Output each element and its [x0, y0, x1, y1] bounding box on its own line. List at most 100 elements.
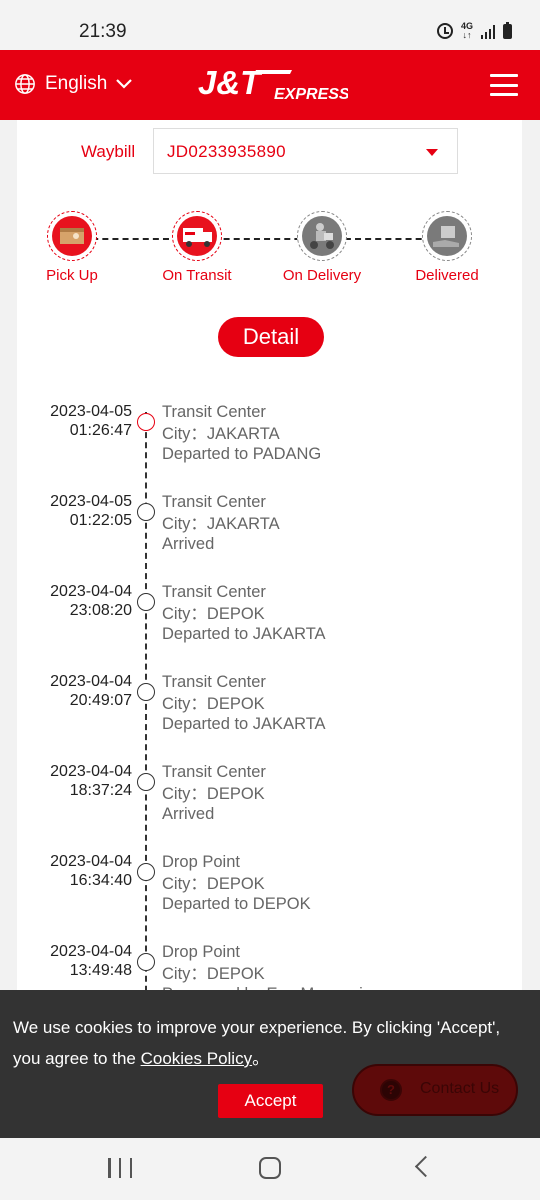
- entry-details: Transit Center City：DEPOK Departed to JA…: [162, 581, 326, 645]
- caret-down-icon: [426, 149, 438, 156]
- step-pick-up: Pick Up: [17, 211, 127, 284]
- entry-type: Transit Center: [162, 673, 266, 691]
- entry-time: 16:34:40: [69, 872, 132, 889]
- courier-motorbike-icon: [297, 211, 347, 261]
- status-bar: 21:39 4G ↓↑: [0, 0, 540, 50]
- entry-datetime: 2023-04-04 23:08:20: [50, 582, 132, 620]
- signal-icon: [481, 24, 495, 39]
- entry-city: City：JAKARTA: [162, 425, 280, 443]
- timeline-entry: 2023-04-05 01:26:47 Transit Center City：…: [17, 395, 522, 485]
- entry-city: City：JAKARTA: [162, 515, 280, 533]
- question-icon: ?: [380, 1079, 402, 1101]
- waybill-number: JD0233935890: [167, 142, 286, 161]
- globe-icon: [15, 74, 35, 94]
- contact-us-label: Contact Us: [420, 1080, 500, 1097]
- timeline-dot: [137, 773, 155, 791]
- top-header: English J&T EXPRESS: [0, 50, 540, 120]
- timeline-dot: [137, 953, 155, 971]
- entry-date: 2023-04-05: [50, 493, 132, 510]
- step-delivered: Delivered: [392, 211, 502, 284]
- entry-date: 2023-04-04: [50, 583, 132, 600]
- delivery-truck-icon: [172, 211, 222, 261]
- alarm-icon: [436, 23, 453, 39]
- entry-date: 2023-04-04: [50, 853, 132, 870]
- cookies-policy-link[interactable]: Cookies Policy: [141, 1049, 253, 1068]
- timeline-dot: [137, 503, 155, 521]
- battery-icon: [503, 21, 512, 39]
- jt-express-logo: J&T EXPRESS: [198, 64, 348, 103]
- handover-package-icon: [422, 211, 472, 261]
- entry-city: City：DEPOK: [162, 605, 265, 623]
- timeline-entry: 2023-04-04 16:34:40 Drop Point City：DEPO…: [17, 845, 522, 935]
- status-time: 21:39: [79, 21, 127, 42]
- entry-type: Transit Center: [162, 493, 266, 511]
- tracking-card: Waybill JD0233935890 Pick Up On Transit …: [17, 120, 522, 1137]
- timeline-dot: [137, 683, 155, 701]
- entry-city: City：DEPOK: [162, 965, 265, 983]
- hamburger-menu-icon[interactable]: [490, 74, 518, 96]
- waybill-select[interactable]: JD0233935890: [153, 128, 458, 174]
- entry-status: Arrived: [162, 535, 215, 553]
- entry-city: City：DEPOK: [162, 785, 265, 803]
- entry-datetime: 2023-04-05 01:26:47: [50, 402, 132, 440]
- entry-date: 2023-04-04: [50, 763, 132, 780]
- svg-text:EXPRESS: EXPRESS: [274, 86, 348, 103]
- step-label: On Transit: [162, 267, 232, 284]
- entry-details: Transit Center City：JAKARTA Arrived: [162, 491, 280, 555]
- step-label: On Delivery: [282, 267, 362, 284]
- back-icon[interactable]: [414, 1155, 437, 1178]
- entry-datetime: 2023-04-05 01:22:05: [50, 492, 132, 530]
- cookie-text-after: 。: [252, 1049, 270, 1068]
- entry-date: 2023-04-04: [50, 673, 132, 690]
- recent-apps-icon[interactable]: [108, 1158, 132, 1178]
- entry-status: Departed to DEPOK: [162, 895, 311, 913]
- entry-type: Transit Center: [162, 403, 266, 421]
- entry-type: Transit Center: [162, 763, 266, 781]
- entry-status: Departed to JAKARTA: [162, 715, 326, 733]
- language-label: English: [45, 73, 108, 94]
- timeline-dot: [137, 593, 155, 611]
- entry-details: Transit Center City：DEPOK Arrived: [162, 761, 266, 825]
- timeline-entry: 2023-04-04 20:49:07 Transit Center City：…: [17, 665, 522, 755]
- step-on-transit: On Transit: [142, 211, 252, 284]
- entry-time: 01:26:47: [69, 422, 132, 439]
- network-type-icon: 4G ↓↑: [460, 21, 473, 40]
- step-label: Pick Up: [46, 267, 98, 284]
- entry-type: Drop Point: [162, 853, 240, 871]
- entry-details: Transit Center City：JAKARTA Departed to …: [162, 401, 321, 465]
- entry-city: City：DEPOK: [162, 875, 265, 893]
- svg-text:J&T: J&T: [198, 64, 263, 101]
- timeline-dot: [137, 413, 155, 431]
- entry-date: 2023-04-05: [50, 403, 132, 420]
- entry-details: Transit Center City：DEPOK Departed to JA…: [162, 671, 326, 735]
- entry-type: Drop Point: [162, 943, 240, 961]
- accept-cookies-button[interactable]: Accept: [218, 1084, 323, 1118]
- system-nav-bar: [0, 1138, 540, 1200]
- detail-button[interactable]: Detail: [218, 317, 324, 357]
- status-icons: 4G ↓↑: [436, 21, 512, 40]
- language-selector[interactable]: English: [14, 73, 133, 95]
- step-label: Delivered: [415, 267, 479, 284]
- entry-type: Transit Center: [162, 583, 266, 601]
- chevron-down-icon: [116, 79, 133, 89]
- pick-up-package-icon: [47, 211, 97, 261]
- entry-status: Arrived: [162, 805, 215, 823]
- timeline-entry: 2023-04-04 23:08:20 Transit Center City：…: [17, 575, 522, 665]
- home-icon[interactable]: [259, 1157, 281, 1179]
- entry-datetime: 2023-04-04 20:49:07: [50, 672, 132, 710]
- entry-datetime: 2023-04-04 16:34:40: [50, 852, 132, 890]
- cookie-banner: We use cookies to improve your experienc…: [0, 990, 540, 1138]
- entry-datetime: 2023-04-04 13:49:48: [50, 942, 132, 980]
- entry-status: Departed to PADANG: [162, 445, 322, 463]
- contact-us-button[interactable]: ? Contact Us: [352, 1064, 518, 1116]
- entry-time: 20:49:07: [69, 692, 132, 709]
- entry-date: 2023-04-04: [50, 943, 132, 960]
- entry-details: Drop Point City：DEPOK Departed to DEPOK: [162, 851, 311, 915]
- timeline-dot: [137, 863, 155, 881]
- step-on-delivery: On Delivery: [267, 211, 377, 284]
- entry-time: 13:49:48: [69, 962, 132, 979]
- waybill-label: Waybill: [81, 142, 136, 161]
- entry-time: 18:37:24: [69, 782, 132, 799]
- entry-time: 01:22:05: [69, 512, 132, 529]
- entry-status: Departed to JAKARTA: [162, 625, 326, 643]
